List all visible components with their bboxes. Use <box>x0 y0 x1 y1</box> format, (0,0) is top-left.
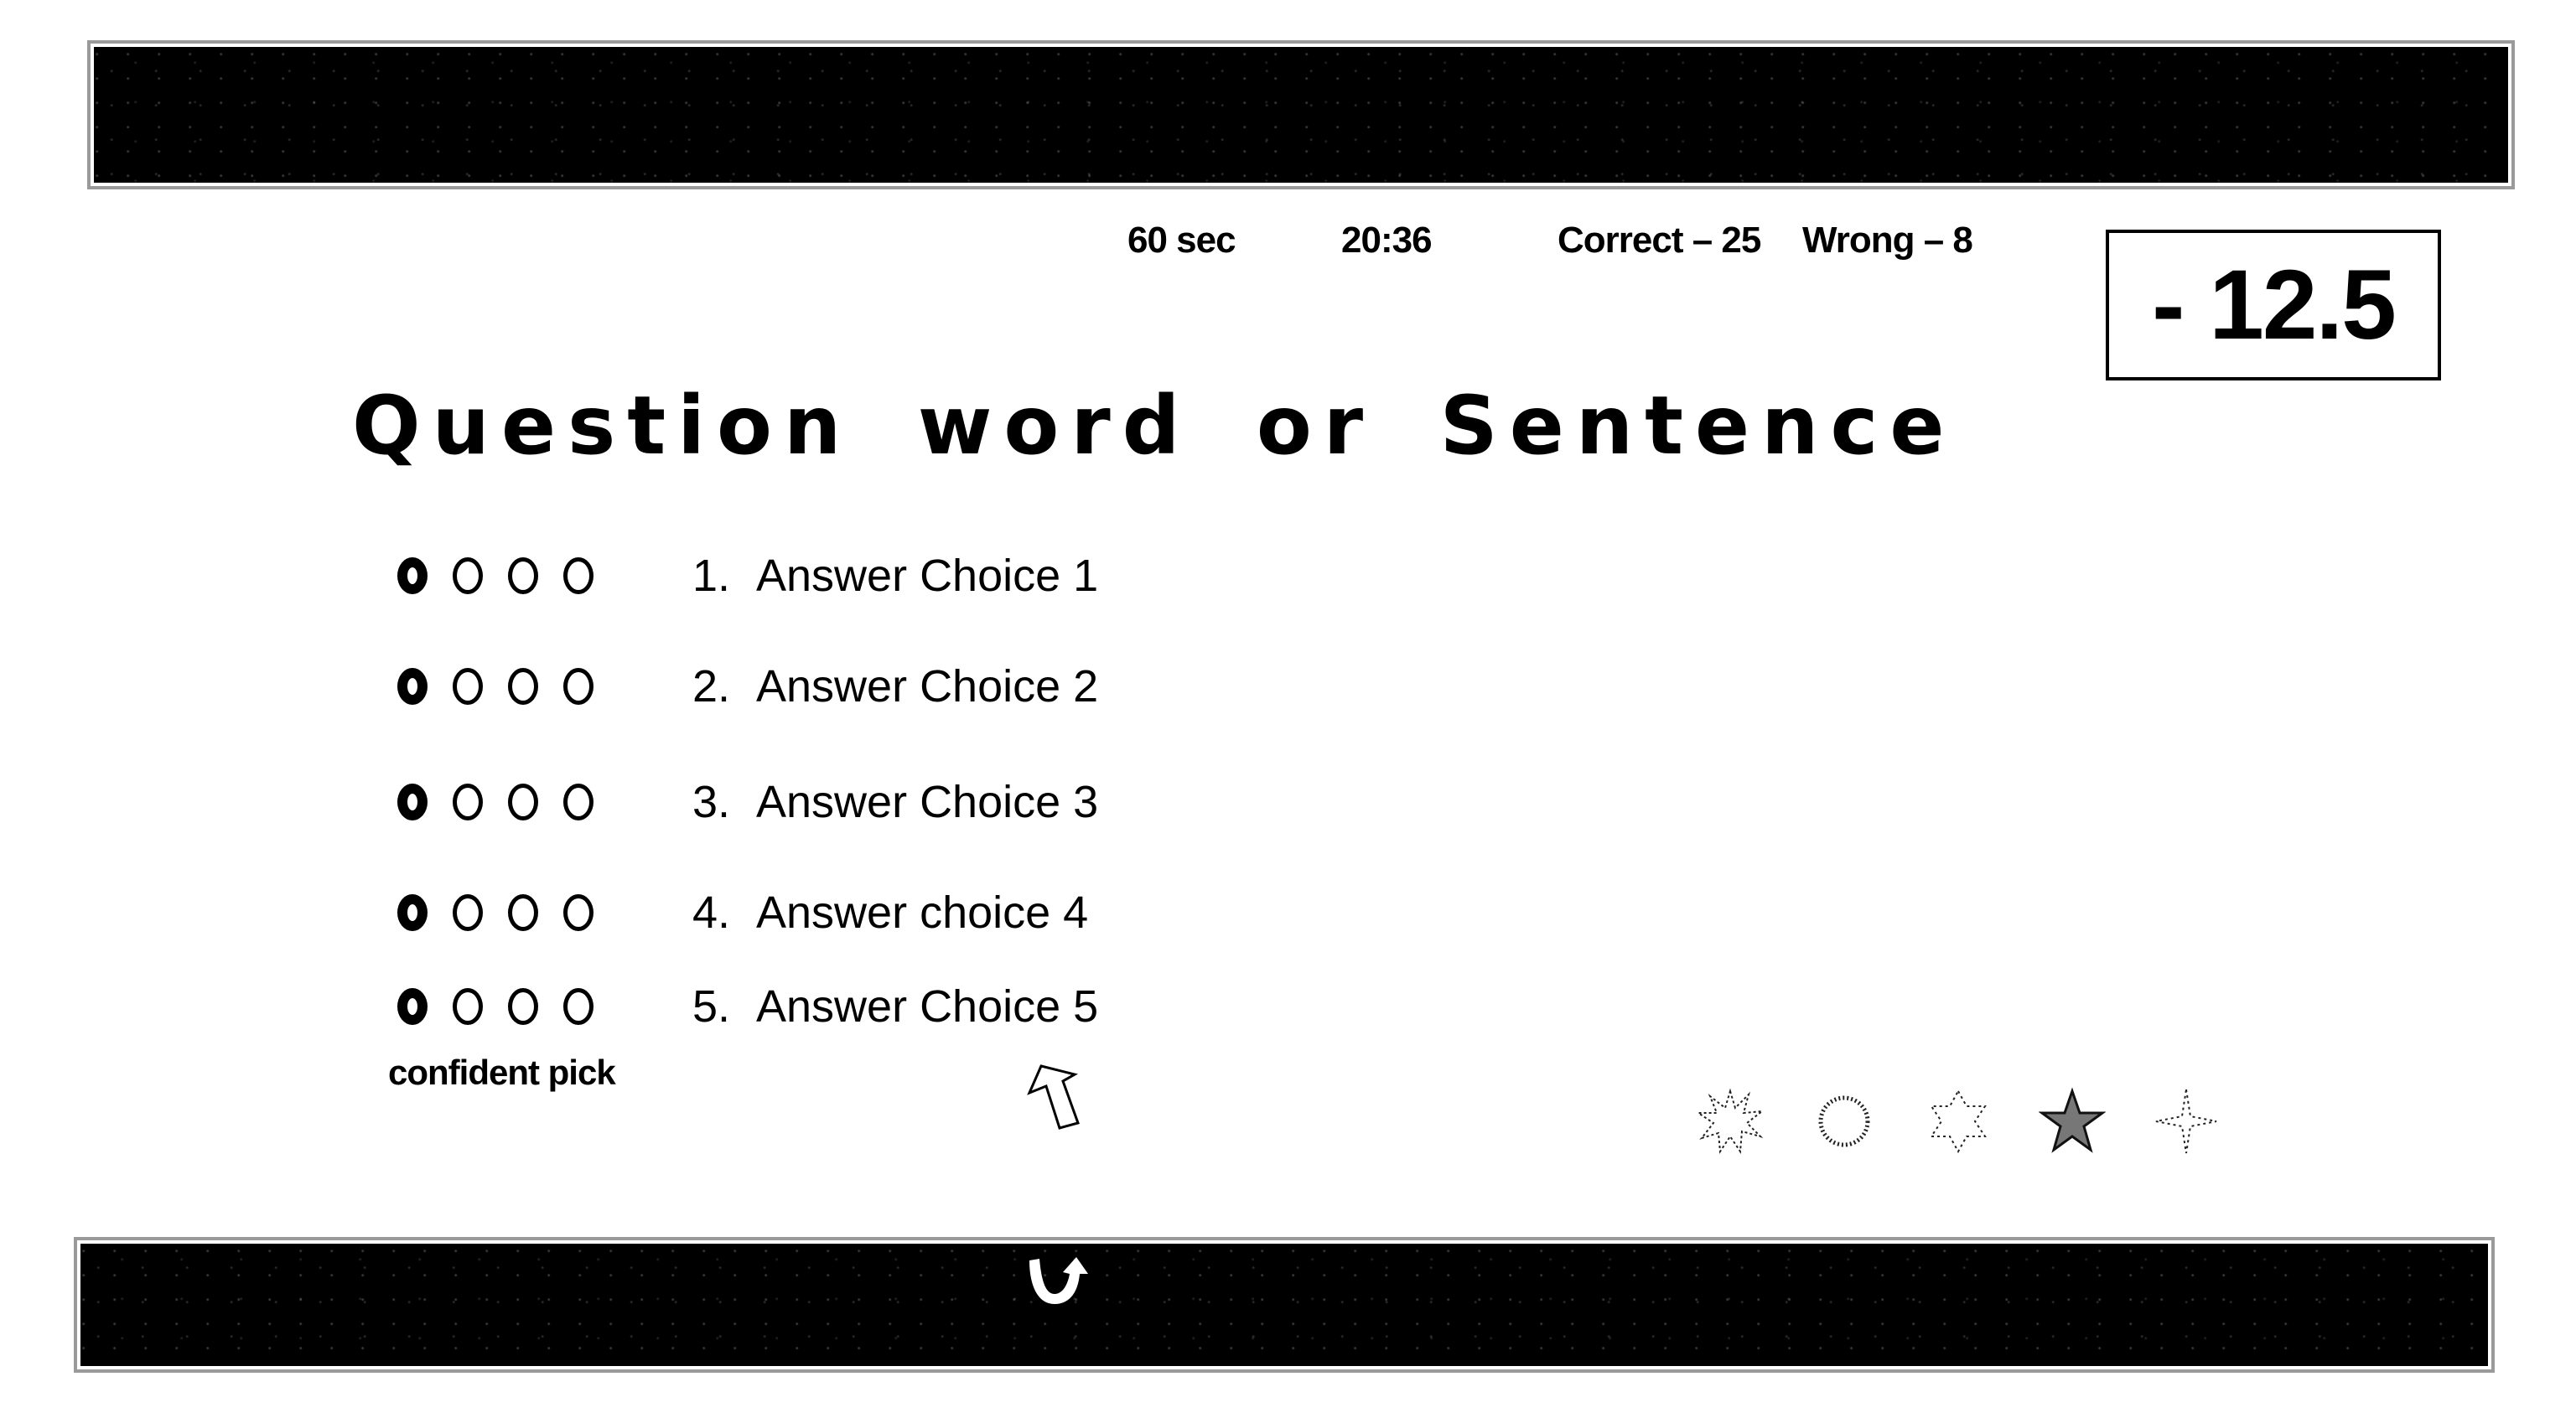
confidence-radio[interactable] <box>397 784 428 820</box>
timer-seconds: 60 sec <box>1127 220 1236 261</box>
confidence-radio[interactable] <box>397 894 428 931</box>
correct-count: Correct – 25 <box>1558 220 1761 261</box>
confidence-radio-group <box>397 894 649 931</box>
confidence-radio[interactable] <box>563 894 593 931</box>
bottom-banner <box>80 1244 2488 1366</box>
confidence-radio[interactable] <box>453 557 483 594</box>
answer-number: 2. <box>692 661 731 712</box>
confidence-radio-group <box>397 557 649 594</box>
confidence-radio[interactable] <box>508 988 538 1025</box>
answer-row: 4. Answer choice 4 <box>397 888 1088 938</box>
confidence-radio[interactable] <box>563 988 593 1025</box>
confidence-radio-group <box>397 668 649 705</box>
answer-choice[interactable]: Answer Choice 3 <box>756 776 1098 828</box>
question-text: Question word or Sentence <box>352 379 1957 473</box>
confident-pick-label: confident pick <box>388 1053 616 1092</box>
confidence-radio[interactable] <box>563 784 593 820</box>
sparkle-star-icon[interactable] <box>2153 1088 2220 1155</box>
confidence-radio[interactable] <box>508 668 538 705</box>
confidence-radio-group <box>397 784 649 820</box>
outline-up-arrow-icon <box>1027 1064 1080 1130</box>
answer-choice[interactable]: Answer Choice 5 <box>756 981 1098 1032</box>
confidence-radio[interactable] <box>397 557 428 594</box>
confidence-radio[interactable] <box>453 784 483 820</box>
answer-row: 1. Answer Choice 1 <box>397 551 1098 601</box>
answer-choice[interactable]: Answer choice 4 <box>756 887 1088 939</box>
confidence-radio[interactable] <box>453 668 483 705</box>
confidence-radio[interactable] <box>508 894 538 931</box>
score-box: - 12.5 <box>2106 230 2441 380</box>
wrong-count: Wrong – 8 <box>1802 220 1973 261</box>
answer-choice[interactable]: Answer Choice 1 <box>756 550 1098 602</box>
confidence-radio[interactable] <box>508 784 538 820</box>
answer-number: 1. <box>692 551 731 601</box>
confidence-radio[interactable] <box>397 988 428 1025</box>
u-turn-arrow-icon[interactable] <box>1018 1252 1098 1312</box>
answer-choice[interactable]: Answer Choice 2 <box>756 660 1098 712</box>
confidence-radio-group <box>397 988 649 1025</box>
badge-row <box>1697 1088 2220 1155</box>
confidence-radio[interactable] <box>453 988 483 1025</box>
score-value: - 12.5 <box>2152 250 2397 360</box>
confidence-radio[interactable] <box>563 557 593 594</box>
answer-number: 3. <box>692 777 731 827</box>
answer-row: 3. Answer Choice 3 <box>397 777 1098 827</box>
confidence-radio[interactable] <box>508 557 538 594</box>
sun-ring-icon[interactable] <box>1811 1088 1878 1155</box>
clock: 20:36 <box>1341 220 1433 261</box>
top-banner <box>94 47 2508 183</box>
burst-icon[interactable] <box>1697 1088 1764 1155</box>
six-point-star-icon[interactable] <box>1925 1088 1992 1155</box>
confidence-radio[interactable] <box>453 894 483 931</box>
answer-row: 5. Answer Choice 5 <box>397 981 1098 1032</box>
five-point-star-icon[interactable] <box>2039 1088 2106 1155</box>
answer-row: 2. Answer Choice 2 <box>397 661 1098 712</box>
answer-number: 5. <box>692 981 731 1032</box>
confidence-radio[interactable] <box>397 668 428 705</box>
answer-number: 4. <box>692 888 731 938</box>
confidence-radio[interactable] <box>563 668 593 705</box>
